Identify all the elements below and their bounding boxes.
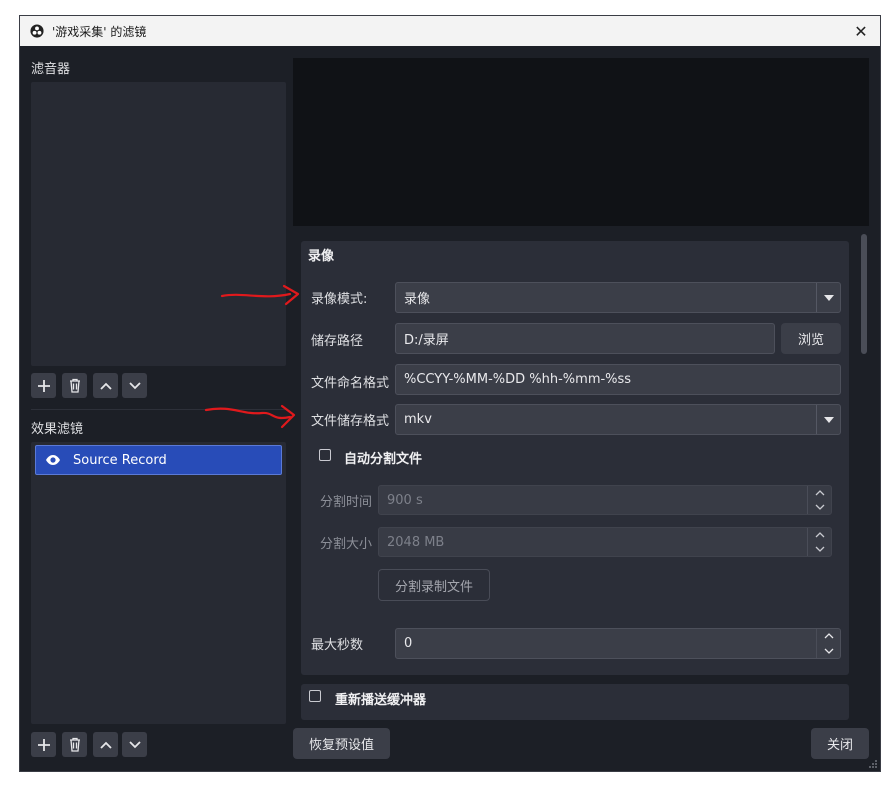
move-down-audio-filter-button[interactable] <box>122 373 147 398</box>
file-format-select[interactable]: mkv <box>395 404 841 435</box>
eye-icon[interactable] <box>45 452 61 468</box>
spinner[interactable] <box>807 528 831 556</box>
max-seconds-input[interactable]: 0 <box>395 628 841 659</box>
arrow-up-icon <box>99 741 112 749</box>
move-up-audio-filter-button[interactable] <box>93 373 118 398</box>
plus-icon <box>37 738 50 751</box>
save-path-value: D:/录屏 <box>404 333 449 348</box>
add-effect-filter-button[interactable] <box>31 732 56 757</box>
file-naming-input[interactable]: %CCYY-%MM-%DD %hh-%mm-%ss <box>395 364 841 395</box>
record-section-title: 录像 <box>308 249 335 264</box>
scrollbar-thumb[interactable] <box>861 234 867 354</box>
annotation-arrow-icon <box>204 404 296 429</box>
split-time-input[interactable]: 900 s <box>378 485 832 515</box>
save-path-label: 储存路径 <box>311 334 364 349</box>
effect-filters-label: 效果滤镜 <box>31 422 84 437</box>
window-title: '游戏采集' 的滤镜 <box>52 24 147 39</box>
title-bar: '游戏采集' 的滤镜 ✕ <box>20 16 880 46</box>
spinner[interactable] <box>807 486 831 514</box>
arrow-up-icon <box>99 382 112 390</box>
effect-filters-list <box>31 442 286 724</box>
plus-icon <box>37 379 50 392</box>
replay-buffer-label: 重新播送缓冲器 <box>335 693 427 708</box>
remove-effect-filter-button[interactable] <box>62 732 87 757</box>
save-path-input[interactable]: D:/录屏 <box>395 323 775 354</box>
auto-split-checkbox[interactable] <box>319 449 331 461</box>
file-naming-label: 文件命名格式 <box>311 376 390 391</box>
effect-filter-item[interactable]: Source Record <box>35 445 282 475</box>
spinner[interactable] <box>816 629 840 658</box>
move-up-effect-filter-button[interactable] <box>93 732 118 757</box>
split-size-label: 分割大小 <box>320 537 373 552</box>
split-size-input[interactable]: 2048 MB <box>378 527 832 557</box>
chevron-up-icon[interactable] <box>817 629 840 644</box>
filters-dialog: '游戏采集' 的滤镜 ✕ 滤音器 效果滤镜 Source Record 录像 录… <box>19 15 881 772</box>
trash-icon <box>69 378 80 393</box>
record-mode-label: 录像模式: <box>311 292 368 307</box>
chevron-up-icon[interactable] <box>808 486 831 500</box>
replay-buffer-checkbox[interactable] <box>309 690 321 702</box>
reset-defaults-button[interactable]: 恢复预设值 <box>293 728 390 759</box>
audio-filters-list[interactable] <box>31 82 286 366</box>
file-naming-value: %CCYY-%MM-%DD %hh-%mm-%ss <box>404 372 632 387</box>
max-seconds-label: 最大秒数 <box>311 638 364 653</box>
split-recording-button[interactable]: 分割录制文件 <box>378 569 490 601</box>
add-audio-filter-button[interactable] <box>31 373 56 398</box>
close-button[interactable]: 关闭 <box>811 728 869 759</box>
browse-button[interactable]: 浏览 <box>781 323 841 354</box>
chevron-down-icon[interactable] <box>808 500 831 514</box>
auto-split-label: 自动分割文件 <box>344 452 423 467</box>
remove-audio-filter-button[interactable] <box>62 373 87 398</box>
chevron-down-icon[interactable] <box>808 542 831 556</box>
effect-filter-name: Source Record <box>73 452 167 468</box>
arrow-down-icon <box>128 740 141 748</box>
split-time-label: 分割时间 <box>320 495 373 510</box>
record-mode-value: 录像 <box>404 292 431 307</box>
annotation-arrow-icon <box>220 284 300 306</box>
dropdown-arrow-icon <box>816 405 840 434</box>
record-mode-select[interactable]: 录像 <box>395 282 841 313</box>
trash-icon <box>69 737 80 752</box>
chevron-down-icon[interactable] <box>817 644 840 659</box>
split-time-value: 900 s <box>387 492 423 508</box>
close-icon[interactable]: ✕ <box>848 19 874 43</box>
arrow-down-icon <box>128 381 141 389</box>
dropdown-arrow-icon <box>816 283 840 312</box>
move-down-effect-filter-button[interactable] <box>122 732 147 757</box>
obs-logo-icon <box>30 24 44 38</box>
split-size-value: 2048 MB <box>387 534 445 550</box>
file-format-value: mkv <box>404 412 432 427</box>
resize-grip-icon[interactable] <box>868 759 878 769</box>
file-format-label: 文件储存格式 <box>311 414 390 429</box>
audio-filters-label: 滤音器 <box>31 62 71 77</box>
max-seconds-value: 0 <box>404 636 413 651</box>
preview-area <box>293 58 869 226</box>
chevron-up-icon[interactable] <box>808 528 831 542</box>
